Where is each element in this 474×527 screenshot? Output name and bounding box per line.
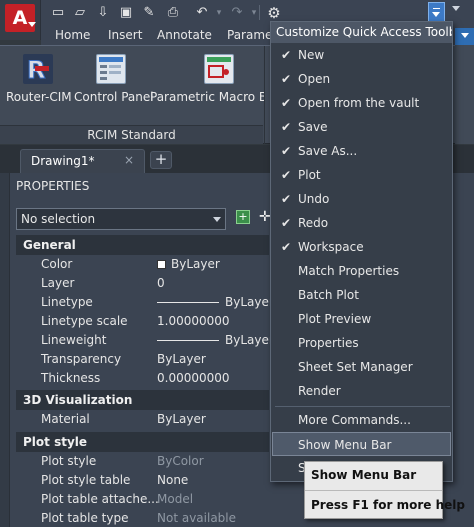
ribbon-panel-title[interactable]: RCIM Standard: [0, 125, 263, 144]
toolbar-divider: [259, 5, 260, 20]
property-row[interactable]: Lineweight ByLayer: [16, 331, 274, 350]
select-objects-icon[interactable]: ✛: [259, 209, 271, 225]
property-row[interactable]: Plot style ByColor: [16, 452, 269, 471]
property-row[interactable]: Plot table type Not available: [16, 509, 269, 527]
property-row[interactable]: Material ByLayer: [16, 410, 269, 429]
new-tab-button[interactable]: +: [150, 151, 172, 169]
ribbon-minimize-button[interactable]: [455, 28, 474, 45]
chevron-down-icon[interactable]: [452, 6, 460, 11]
customize-toolbar-button[interactable]: [428, 2, 445, 23]
tooltip-title: Show Menu Bar: [311, 468, 417, 482]
checkmark-icon: ✔: [281, 120, 292, 134]
menu-separator: [275, 406, 450, 407]
workspace-gear-icon[interactable]: ⚙: [265, 4, 283, 22]
property-row[interactable]: Thickness 0.00000000: [16, 369, 269, 388]
menu-item-open[interactable]: ✔ Open: [272, 67, 451, 91]
customize-toolbar-menu: Customize Quick Access Toolbar ✔ New ✔ Ope…: [270, 21, 453, 482]
router-cim-icon: R: [23, 54, 53, 85]
open-from-vault-icon[interactable]: ⇩: [94, 4, 112, 22]
menu-item-open-from-vault[interactable]: ✔ Open from the vault: [272, 91, 451, 115]
checkmark-icon: ✔: [281, 216, 292, 230]
ribbon-overflow-panel: [455, 45, 474, 144]
property-row[interactable]: Transparency ByLayer: [16, 350, 269, 369]
close-icon[interactable]: ×: [124, 153, 134, 167]
menu-item-more-commands[interactable]: More Commands...: [272, 408, 451, 432]
redo-icon[interactable]: ↷: [228, 4, 246, 22]
tooltip-help: Press F1 for more help: [311, 498, 465, 512]
undo-icon[interactable]: ↶: [193, 4, 211, 22]
menu-item-undo[interactable]: ✔ Undo: [272, 187, 451, 211]
menu-item-properties[interactable]: Properties: [272, 331, 451, 355]
checkmark-icon: ✔: [281, 192, 292, 206]
menu-item-redo[interactable]: ✔ Redo: [272, 211, 451, 235]
tab-home[interactable]: Home: [55, 27, 90, 44]
menu-item-sheet-set-manager[interactable]: Sheet Set Manager: [272, 355, 451, 379]
undo-dropdown-icon[interactable]: ▾: [210, 4, 228, 22]
checkmark-icon: ✔: [281, 48, 292, 62]
menu-item-plot[interactable]: ✔ Plot: [272, 163, 451, 187]
property-row[interactable]: Linetype scale 1.00000000: [16, 312, 269, 331]
router-cim-button[interactable]: R Router-CIM: [6, 54, 72, 114]
property-row[interactable]: Plot style table None: [16, 471, 269, 490]
file-tab-drawing1[interactable]: Drawing1* ×: [20, 149, 145, 173]
selection-dropdown[interactable]: No selection: [16, 208, 226, 230]
tooltip-divider: [305, 490, 442, 491]
color-swatch-icon: [157, 260, 166, 269]
property-row[interactable]: Plot table attache... Model: [16, 490, 269, 509]
tooltip: Show Menu Bar Press F1 for more help: [304, 461, 465, 519]
property-row[interactable]: Layer 0: [16, 274, 269, 293]
file-tab-label: Drawing1*: [31, 154, 95, 168]
application-menu-button[interactable]: A: [0, 0, 41, 40]
checkmark-icon: ✔: [281, 240, 292, 254]
panel-divider: [264, 46, 265, 144]
checkmark-icon: ✔: [281, 168, 292, 182]
section-general[interactable]: General: [16, 235, 269, 255]
menu-item-plot-preview[interactable]: Plot Preview: [272, 307, 451, 331]
section-3d-visualization[interactable]: 3D Visualization: [16, 390, 269, 410]
section-plot-style[interactable]: Plot style: [16, 432, 269, 452]
menu-item-render[interactable]: Render: [272, 379, 451, 403]
menu-item-workspace[interactable]: ✔ Workspace: [272, 235, 451, 259]
toggle-pickadd-button[interactable]: +: [236, 210, 252, 226]
property-row[interactable]: Color ByLayer: [16, 255, 269, 274]
chevron-down-icon: [213, 217, 221, 222]
menu-item-match-properties[interactable]: Match Properties: [272, 259, 451, 283]
linetype-preview: [157, 302, 219, 303]
control-panel-icon: [96, 54, 126, 84]
add-icon: +: [236, 210, 250, 224]
lineweight-preview: [157, 340, 219, 341]
parametric-macro-button[interactable]: Parametric Macro Buil: [150, 54, 264, 114]
property-row[interactable]: Linetype ByLayer: [16, 293, 274, 312]
open-icon[interactable]: ▱: [71, 4, 89, 22]
new-icon[interactable]: ▭: [49, 4, 67, 22]
checkmark-icon: ✔: [281, 72, 292, 86]
control-panel-button[interactable]: Control Panel: [74, 54, 154, 114]
menu-item-batch-plot[interactable]: Batch Plot: [272, 283, 451, 307]
tab-insert[interactable]: Insert: [108, 27, 142, 44]
menu-title: Customize Quick Access Toolbar: [271, 22, 452, 43]
plot-icon[interactable]: ⎙: [164, 4, 182, 22]
parametric-macro-icon: [204, 54, 234, 84]
selection-value: No selection: [21, 212, 96, 226]
autocad-logo-icon: A: [5, 4, 35, 32]
checkmark-icon: ✔: [281, 144, 292, 158]
menu-item-show-menu-bar[interactable]: Show Menu Bar: [272, 432, 451, 456]
menu-item-save-as[interactable]: ✔ Save As...: [272, 139, 451, 163]
redo-dropdown-icon[interactable]: ▾: [245, 4, 263, 22]
save-as-icon[interactable]: ✎: [140, 4, 158, 22]
palette-title: PROPERTIES: [16, 179, 90, 193]
menu-item-new[interactable]: ✔ New: [272, 43, 451, 67]
tab-annotate[interactable]: Annotate: [157, 27, 212, 44]
palette-title-strip[interactable]: [0, 173, 10, 527]
checkmark-icon: ✔: [281, 96, 292, 110]
chevron-down-icon: [28, 22, 36, 27]
menu-item-save[interactable]: ✔ Save: [272, 115, 451, 139]
save-icon[interactable]: ▣: [117, 4, 135, 22]
